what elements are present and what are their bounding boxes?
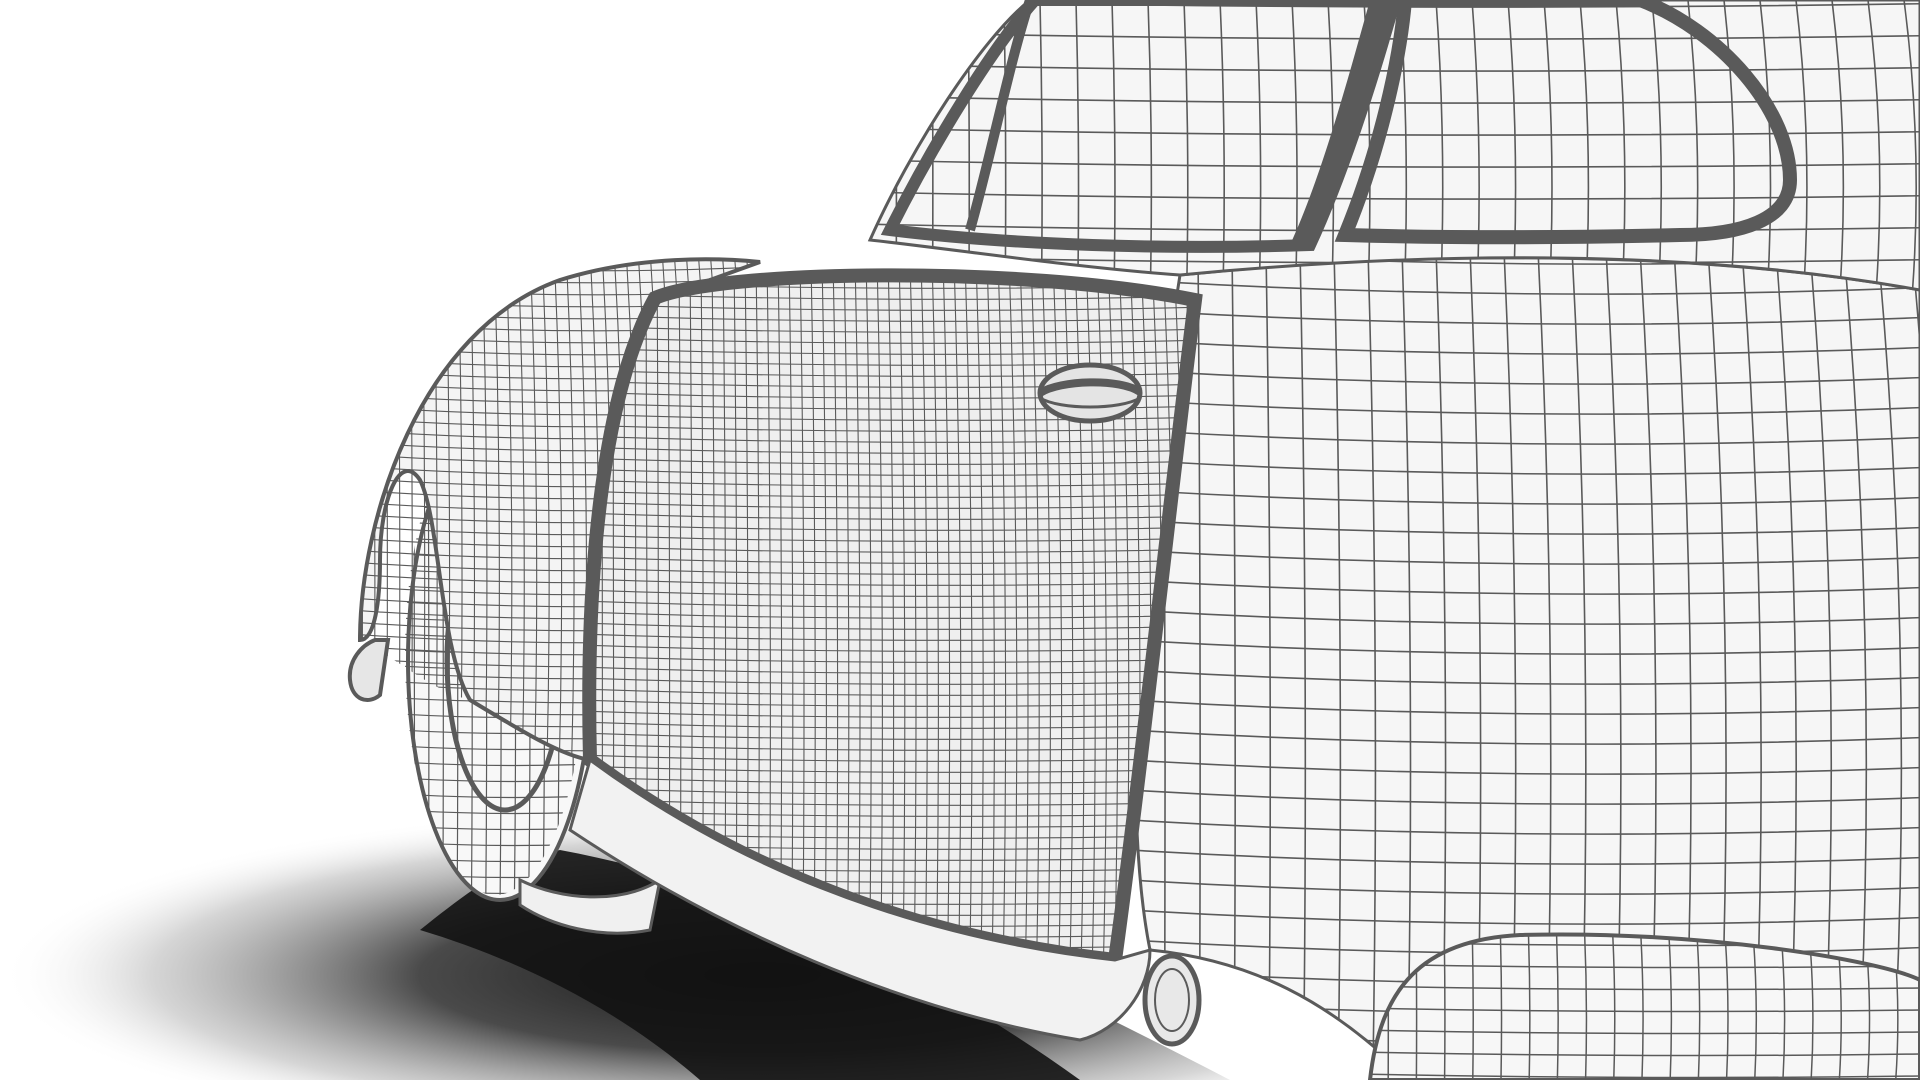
render-viewport: [0, 0, 1920, 1080]
wireframe-scene: [0, 0, 1920, 1080]
fender-lip: [347, 638, 391, 702]
side-marker-light: [1142, 953, 1202, 1047]
rear-wheel-arch: [1367, 932, 1920, 1080]
door-handle: [1037, 362, 1143, 424]
